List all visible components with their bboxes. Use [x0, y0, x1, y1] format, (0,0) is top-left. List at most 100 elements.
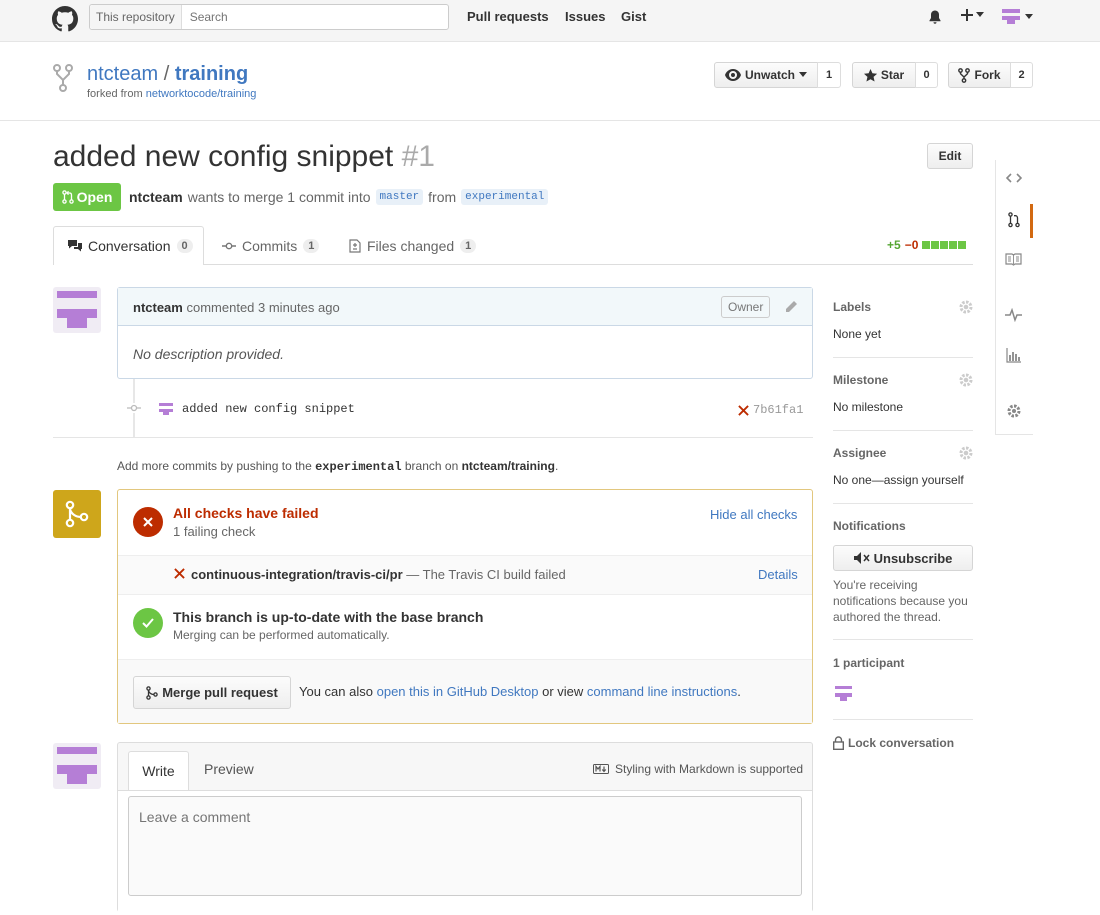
graph-icon[interactable] — [1006, 348, 1021, 363]
tab-conversation[interactable]: Conversation 0 — [68, 226, 193, 265]
comment-author[interactable]: ntcteam — [133, 300, 183, 315]
pulse-icon[interactable] — [1005, 308, 1022, 322]
comment-time[interactable]: commented 3 minutes ago — [186, 300, 339, 315]
hide-checks-link[interactable]: Hide all checks — [710, 507, 797, 522]
fork-button[interactable]: Fork — [948, 62, 1011, 88]
merge-pull-request-button[interactable]: Merge pull request — [133, 676, 291, 709]
milestone-title[interactable]: Milestone — [833, 373, 888, 387]
edit-title-button[interactable]: Edit — [927, 143, 973, 169]
merge-button-label: Merge pull request — [162, 685, 278, 700]
nav-gist[interactable]: Gist — [621, 9, 646, 24]
markdown-icon — [593, 764, 609, 774]
repo-header: ntcteam / training forked from networkto… — [0, 42, 1100, 121]
x-icon — [143, 517, 153, 527]
diffstat: +5 −0 — [887, 238, 967, 252]
checks-title: All checks have failed — [173, 505, 319, 521]
commit-sha[interactable]: 7b61fa1 — [753, 403, 803, 417]
fork-count[interactable]: 2 — [1010, 62, 1033, 88]
x-icon[interactable] — [738, 404, 749, 416]
gear-icon[interactable] — [959, 300, 973, 314]
tab-files-changed[interactable]: Files changed 1 — [349, 226, 477, 265]
gear-icon[interactable] — [959, 373, 973, 387]
pr-author-link[interactable]: ntcteam — [129, 189, 183, 205]
forked-prefix: forked from — [87, 88, 143, 100]
plus-icon — [961, 9, 973, 21]
markdown-note[interactable]: Styling with Markdown is supported — [593, 762, 803, 776]
git-pull-request-icon — [61, 190, 74, 204]
github-desktop-link[interactable]: open this in GitHub Desktop — [377, 684, 539, 699]
labels-value: None yet — [833, 327, 882, 341]
repo-separator: / — [163, 63, 170, 85]
tab-files-count: 1 — [460, 238, 477, 253]
comment-textarea[interactable] — [128, 796, 802, 896]
labels-title[interactable]: Labels — [833, 300, 871, 314]
create-new-menu[interactable] — [960, 8, 984, 22]
comment-author-avatar[interactable] — [53, 287, 101, 333]
merge-status-icon — [53, 490, 101, 538]
unsubscribe-button[interactable]: Unsubscribe — [833, 545, 973, 571]
end-text: . — [737, 684, 741, 699]
notifications-title: Notifications — [833, 519, 906, 533]
site-header: This repository Pull requests Issues Gis… — [0, 0, 1100, 42]
pencil-icon[interactable] — [784, 300, 798, 314]
command-line-link[interactable]: command line instructions — [587, 684, 737, 699]
search-box[interactable]: This repository — [89, 4, 449, 30]
gear-icon[interactable] — [1007, 404, 1021, 418]
avatar — [1002, 9, 1020, 24]
push-note-repo: ntcteam/training — [461, 459, 555, 473]
tab-commits-count: 1 — [303, 238, 320, 253]
fork-label: Fork — [974, 68, 1001, 82]
checks-failed-icon — [133, 507, 163, 537]
x-icon — [174, 568, 185, 579]
nav-issues[interactable]: Issues — [565, 9, 605, 24]
assignee-title[interactable]: Assignee — [833, 446, 886, 460]
comment-icon — [68, 239, 82, 251]
unwatch-button[interactable]: Unwatch — [714, 62, 818, 88]
assignee-value[interactable]: No one—assign yourself — [833, 473, 964, 487]
uptodate-icon — [133, 608, 163, 638]
participant-avatar[interactable] — [835, 686, 852, 702]
participants-title: 1 participant — [833, 656, 905, 670]
pr-title: added new config snippet #1 — [53, 140, 435, 174]
nav-pull-requests[interactable]: Pull requests — [467, 9, 549, 24]
push-note-prefix: Add more commits by pushing to the — [117, 459, 312, 473]
star-count[interactable]: 0 — [915, 62, 938, 88]
new-comment-form: Write Preview Styling with Markdown is s… — [117, 742, 813, 915]
repo-forked-icon — [53, 64, 73, 92]
repo-owner-link[interactable]: ntcteam — [87, 63, 158, 85]
markdown-note-label: Styling with Markdown is supported — [615, 762, 804, 776]
tab-commits[interactable]: Commits 1 — [222, 226, 320, 265]
push-note-branch: experimental — [315, 460, 402, 474]
additions-count: +5 — [887, 238, 901, 252]
forked-from-link[interactable]: networktocode/training — [146, 88, 257, 100]
base-branch: master — [375, 189, 424, 205]
check-icon — [142, 618, 154, 628]
bell-icon[interactable] — [927, 9, 943, 25]
write-tab[interactable]: Write — [128, 751, 189, 791]
diffstat-bar — [922, 240, 967, 249]
repo-name-link[interactable]: training — [175, 63, 248, 85]
watch-count[interactable]: 1 — [817, 62, 841, 88]
git-pull-request-icon[interactable] — [1008, 212, 1020, 228]
user-menu[interactable] — [1001, 7, 1033, 27]
check-details-link[interactable]: Details — [758, 567, 798, 582]
check-description: — The Travis CI build failed — [406, 567, 566, 582]
octocat-icon[interactable] — [52, 6, 78, 32]
commit-status: 7b61fa1 — [738, 403, 803, 417]
push-note: Add more commits by pushing to the exper… — [117, 459, 558, 474]
code-icon[interactable] — [1006, 171, 1022, 185]
search-scope: This repository — [90, 5, 182, 29]
lock-icon — [833, 736, 844, 750]
star-button[interactable]: Star — [852, 62, 916, 88]
commit-message[interactable]: added new config snippet — [182, 402, 355, 416]
gear-icon[interactable] — [959, 446, 973, 460]
star-icon — [863, 68, 877, 82]
search-input[interactable] — [181, 5, 448, 29]
from-text: from — [428, 189, 457, 205]
preview-tab[interactable]: Preview — [204, 761, 254, 777]
chevron-down-icon — [976, 12, 984, 17]
book-icon[interactable] — [1005, 253, 1022, 266]
also-text: You can also — [299, 684, 373, 699]
git-commit-icon — [127, 403, 141, 413]
lock-conversation[interactable]: Lock conversation — [833, 736, 954, 750]
